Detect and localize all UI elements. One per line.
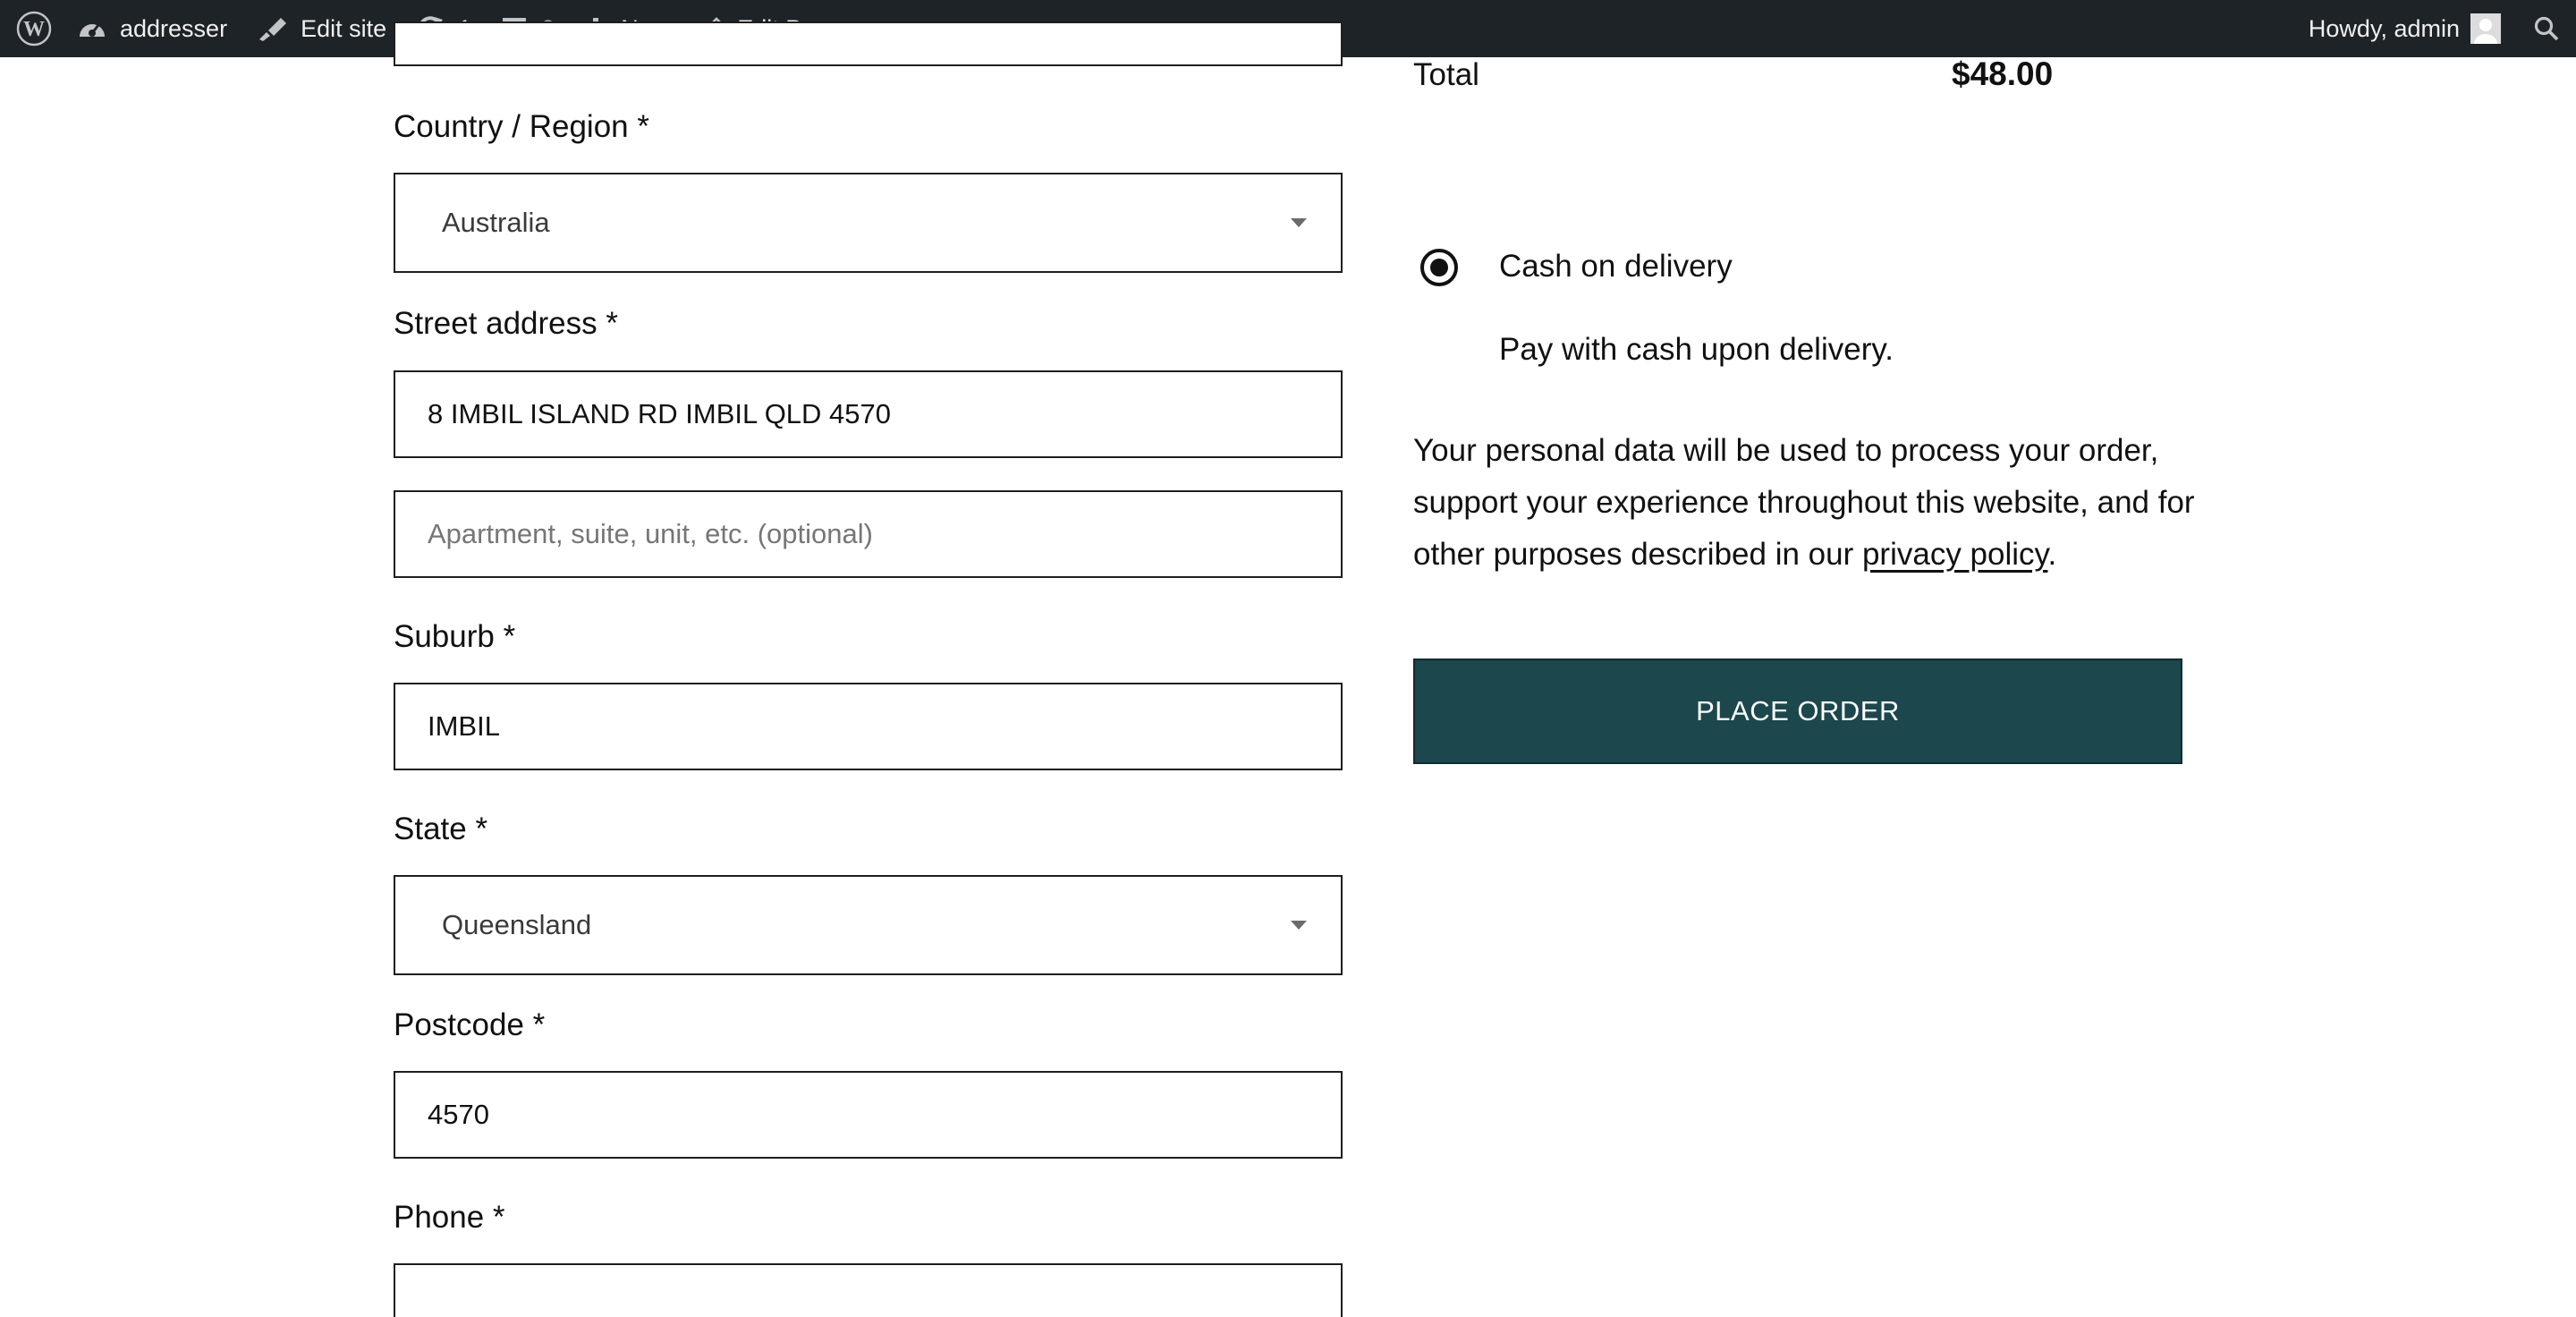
phone-label: Phone * bbox=[394, 1200, 505, 1235]
cod-radio[interactable] bbox=[1420, 249, 1458, 286]
privacy-notice: Your personal data will be used to proce… bbox=[1413, 425, 2200, 581]
suburb-value: IMBIL bbox=[428, 710, 500, 742]
search-toggle[interactable] bbox=[2515, 0, 2569, 57]
street-address-input[interactable]: 8 IMBIL ISLAND RD IMBIL QLD 4570 bbox=[394, 370, 1343, 458]
apartment-placeholder: Apartment, suite, unit, etc. (optional) bbox=[428, 518, 873, 549]
privacy-text: Your personal data will be used to proce… bbox=[1413, 433, 2195, 572]
privacy-text-end: . bbox=[2047, 537, 2057, 572]
place-order-button[interactable]: PLACE ORDER bbox=[1413, 658, 2182, 764]
payment-method-title[interactable]: Cash on delivery bbox=[1499, 249, 1733, 285]
edit-site-link[interactable]: Edit site bbox=[242, 0, 401, 57]
street-address-value: 8 IMBIL ISLAND RD IMBIL QLD 4570 bbox=[428, 398, 892, 429]
street-address-label: Street address * bbox=[394, 306, 618, 341]
country-value: Australia bbox=[442, 207, 550, 238]
greeting-label: Howdy, admin bbox=[2308, 14, 2460, 42]
my-account-menu[interactable]: Howdy, admin bbox=[2294, 0, 2515, 57]
chevron-down-icon bbox=[1291, 218, 1307, 227]
avatar bbox=[2470, 13, 2501, 44]
chevron-down-icon bbox=[1291, 921, 1307, 930]
previous-field-input[interactable] bbox=[394, 21, 1343, 66]
order-total-label: Total bbox=[1413, 57, 1479, 92]
order-total-value: $48.00 bbox=[1952, 55, 2054, 92]
country-select[interactable]: Australia bbox=[394, 173, 1343, 273]
state-select[interactable]: Queensland bbox=[394, 875, 1343, 975]
search-icon bbox=[2533, 15, 2560, 42]
svg-text:W: W bbox=[23, 18, 45, 41]
state-value: Queensland bbox=[442, 909, 592, 940]
edit-site-label: Edit site bbox=[301, 14, 387, 42]
wordpress-logo-menu[interactable]: W bbox=[5, 0, 63, 57]
state-label: State * bbox=[394, 811, 488, 846]
dashboard-gauge-icon bbox=[77, 15, 107, 42]
postcode-label: Postcode * bbox=[394, 1007, 546, 1042]
phone-input[interactable] bbox=[394, 1263, 1343, 1317]
privacy-policy-link[interactable]: privacy policy bbox=[1862, 537, 2047, 572]
payment-method-description: Pay with cash upon delivery. bbox=[1499, 332, 1894, 367]
apartment-input[interactable]: Apartment, suite, unit, etc. (optional) bbox=[394, 490, 1343, 578]
country-label: Country / Region * bbox=[394, 109, 649, 144]
paintbrush-icon bbox=[256, 14, 288, 43]
site-name-menu[interactable]: addresser bbox=[63, 0, 242, 57]
postcode-value: 4570 bbox=[428, 1099, 489, 1130]
site-name-label: addresser bbox=[120, 14, 228, 42]
wordpress-logo-icon: W bbox=[16, 11, 52, 47]
suburb-label: Suburb * bbox=[394, 619, 516, 654]
postcode-input[interactable]: 4570 bbox=[394, 1071, 1343, 1159]
suburb-input[interactable]: IMBIL bbox=[394, 683, 1343, 770]
